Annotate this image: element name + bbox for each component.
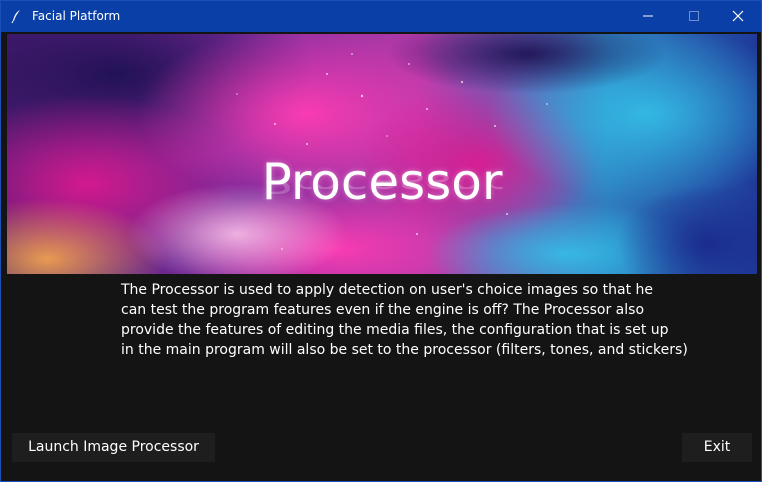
window-title: Facial Platform xyxy=(32,9,121,23)
description-line: in the main program will also be set to … xyxy=(121,342,688,358)
launch-image-processor-button[interactable]: Launch Image Processor xyxy=(12,433,215,462)
description-line: The Processor is used to apply detection… xyxy=(121,282,653,298)
app-window: Facial Platform Processor Processor The … xyxy=(0,0,762,482)
banner-title-reflection: Processor xyxy=(261,167,503,200)
maximize-button[interactable] xyxy=(671,1,717,32)
minimize-icon xyxy=(643,15,653,17)
exit-button[interactable]: Exit xyxy=(682,433,752,462)
processor-description: The Processor is used to apply detection… xyxy=(121,280,688,360)
title-bar[interactable]: Facial Platform xyxy=(1,1,761,32)
minimize-button[interactable] xyxy=(625,1,671,32)
maximize-icon xyxy=(689,11,699,21)
close-icon xyxy=(732,10,744,22)
description-line: can test the program features even if th… xyxy=(121,302,645,318)
processor-banner-image: Processor Processor xyxy=(7,34,757,274)
feather-icon xyxy=(9,8,25,24)
close-button[interactable] xyxy=(715,1,761,32)
description-line: provide the features of editing the medi… xyxy=(121,322,669,338)
